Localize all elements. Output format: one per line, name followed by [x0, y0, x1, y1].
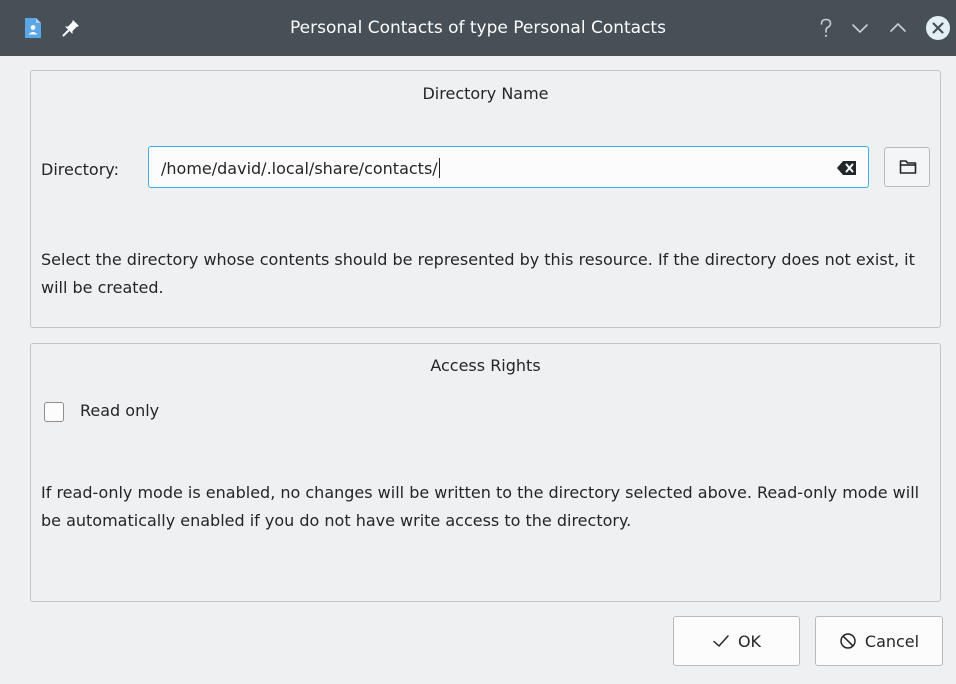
ok-button[interactable]: OK [673, 616, 800, 666]
help-icon[interactable] [812, 14, 840, 42]
access-description: If read-only mode is enabled, no changes… [41, 483, 920, 530]
ok-label: OK [737, 631, 762, 651]
browse-folder-button[interactable] [884, 147, 930, 187]
cancel-icon [840, 633, 856, 649]
directory-label: Directory: [41, 160, 119, 179]
directory-group-title: Directory Name [422, 84, 549, 103]
checkmark-icon [713, 635, 729, 647]
directory-value: /home/david/.local/share/contacts/ [161, 159, 438, 178]
close-icon[interactable] [924, 14, 952, 42]
cancel-button[interactable]: Cancel [815, 616, 943, 666]
read-only-checkbox[interactable] [44, 402, 64, 422]
title-bar: Personal Contacts of type Personal Conta… [0, 0, 956, 56]
directory-description: Select the directory whose contents shou… [41, 250, 915, 297]
clear-text-icon[interactable] [836, 158, 858, 178]
read-only-label[interactable]: Read only [80, 401, 159, 420]
access-group-title: Access Rights [430, 356, 541, 375]
directory-name-group: Directory Name Directory: /home/david/.l… [30, 70, 941, 328]
text-cursor [438, 158, 440, 178]
access-rights-group: Access Rights Read only If read-only mod… [30, 343, 941, 602]
directory-input[interactable]: /home/david/.local/share/contacts/ [148, 146, 869, 188]
maximize-icon[interactable] [884, 14, 912, 42]
folder-icon [899, 160, 917, 174]
cancel-label: Cancel [864, 631, 920, 651]
minimize-icon[interactable] [846, 14, 874, 42]
